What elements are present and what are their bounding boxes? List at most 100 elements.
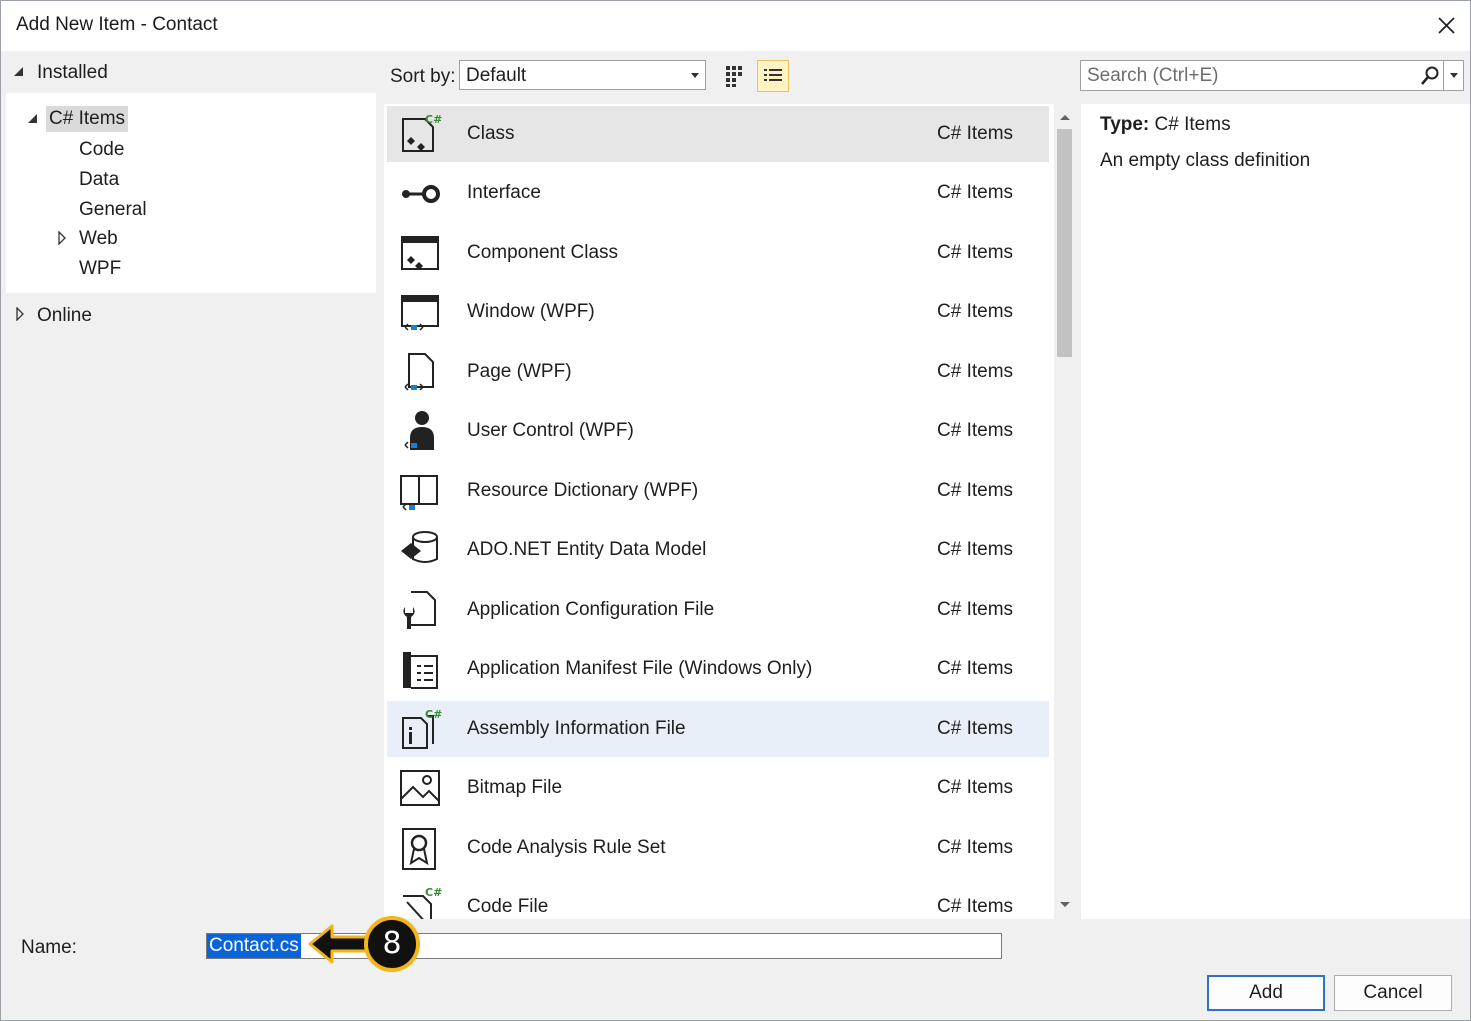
sort-by-value: Default xyxy=(466,65,527,86)
tree-node-general[interactable]: General xyxy=(79,199,147,221)
user-control-icon xyxy=(404,411,434,450)
bitmap-icon xyxy=(400,770,440,806)
tree-node-web[interactable]: Web xyxy=(79,228,118,250)
tree-node-wpf[interactable]: WPF xyxy=(79,258,121,280)
collapse-arrow-icon[interactable] xyxy=(27,113,39,125)
list-item[interactable]: Window (WPF) C# Items xyxy=(387,284,1049,340)
item-category: C# Items xyxy=(937,599,1014,620)
name-input-value[interactable]: Contact.cs xyxy=(207,934,301,958)
grid-view-icon xyxy=(726,66,742,87)
item-name: ADO.NET Entity Data Model xyxy=(467,539,707,560)
tree-node-code[interactable]: Code xyxy=(79,139,124,161)
add-new-item-dialog: Add New Item - Contact Installed C# Item… xyxy=(0,0,1471,1021)
list-item[interactable]: C# Class C# Items xyxy=(387,106,1049,162)
step-number: 8 xyxy=(382,926,402,961)
list-view-button[interactable] xyxy=(757,60,789,92)
search-input[interactable]: Search (Ctrl+E) xyxy=(1080,60,1464,91)
collapse-arrow-icon[interactable] xyxy=(13,66,25,78)
item-category: C# Items xyxy=(937,837,1014,858)
chevron-down-icon xyxy=(1450,73,1458,78)
list-item[interactable]: Code Analysis Rule Set C# Items xyxy=(387,820,1049,876)
cancel-button[interactable]: Cancel xyxy=(1334,975,1452,1011)
page-icon xyxy=(404,353,434,391)
entity-model-icon xyxy=(401,531,438,563)
add-button[interactable]: Add xyxy=(1207,975,1325,1011)
list-item[interactable]: User Control (WPF) C# Items xyxy=(387,403,1049,459)
title-bar: Add New Item - Contact xyxy=(1,1,1470,51)
list-item[interactable]: Application Configuration File C# Items xyxy=(387,582,1049,638)
item-category: C# Items xyxy=(937,361,1014,382)
list-item[interactable]: Resource Dictionary (WPF) C# Items xyxy=(387,463,1049,519)
list-item[interactable]: C# Assembly Information File C# Items xyxy=(387,701,1049,757)
template-list: C# Class C# Items Interface C# Items Com… xyxy=(384,104,1054,919)
item-name: Application Manifest File (Windows Only) xyxy=(467,658,813,679)
list-item[interactable]: Page (WPF) C# Items xyxy=(387,344,1049,400)
svg-text:C#: C# xyxy=(425,113,442,126)
sort-by-label: Sort by: xyxy=(390,66,456,87)
list-item[interactable]: Bitmap File C# Items xyxy=(387,760,1049,816)
tree-node-installed[interactable]: Installed xyxy=(37,62,108,84)
svg-text:C#: C# xyxy=(425,708,442,721)
rule-set-icon xyxy=(402,828,436,870)
item-name: Resource Dictionary (WPF) xyxy=(467,480,699,501)
tree-node-online[interactable]: Online xyxy=(37,305,92,327)
sort-by-dropdown[interactable]: Default xyxy=(459,60,706,90)
item-name: Application Configuration File xyxy=(467,599,715,620)
item-name: Page (WPF) xyxy=(467,361,572,382)
tree-node-data[interactable]: Data xyxy=(79,169,119,191)
assembly-info-icon: C# xyxy=(402,708,442,749)
item-category: C# Items xyxy=(937,777,1014,798)
item-category: C# Items xyxy=(937,242,1014,263)
step-callout: 8 xyxy=(306,913,426,975)
item-category: C# Items xyxy=(937,301,1014,322)
list-item[interactable]: C# Code File C# Items xyxy=(387,879,1049,919)
close-button[interactable] xyxy=(1427,7,1465,45)
item-category: C# Items xyxy=(937,539,1014,560)
list-view-icon xyxy=(764,69,782,81)
search-icon[interactable] xyxy=(1419,65,1441,87)
config-file-icon xyxy=(403,591,436,629)
expand-arrow-icon[interactable] xyxy=(15,307,25,321)
window-icon xyxy=(401,295,439,331)
search-placeholder: Search (Ctrl+E) xyxy=(1087,65,1219,86)
window-title: Add New Item - Contact xyxy=(16,14,218,35)
class-icon: C# xyxy=(402,113,442,152)
item-type-label: Type: xyxy=(1100,114,1150,135)
scroll-up-icon[interactable] xyxy=(1059,113,1071,121)
item-category: C# Items xyxy=(937,182,1014,203)
medium-icons-view-button[interactable] xyxy=(721,60,753,92)
item-category: C# Items xyxy=(937,480,1014,501)
expand-arrow-icon[interactable] xyxy=(57,231,67,245)
list-item[interactable]: ADO.NET Entity Data Model C# Items xyxy=(387,522,1049,578)
item-type-line: Type: C# Items xyxy=(1100,114,1231,136)
details-panel xyxy=(1081,104,1470,919)
item-category: C# Items xyxy=(937,420,1014,441)
item-name: Component Class xyxy=(467,242,619,263)
search-options-button[interactable] xyxy=(1443,61,1464,90)
item-name: Interface xyxy=(467,182,541,203)
interface-icon xyxy=(402,185,440,203)
scrollbar-thumb[interactable] xyxy=(1057,129,1072,357)
name-label: Name: xyxy=(21,937,77,958)
item-description: An empty class definition xyxy=(1100,150,1311,171)
item-category: C# Items xyxy=(937,658,1014,679)
item-name: Window (WPF) xyxy=(467,301,595,322)
item-name: User Control (WPF) xyxy=(467,420,634,441)
tree-node-csharp-items[interactable]: C# Items xyxy=(46,106,129,132)
item-name: Bitmap File xyxy=(467,777,563,798)
list-item[interactable]: Application Manifest File (Windows Only)… xyxy=(387,641,1049,697)
manifest-file-icon xyxy=(403,652,438,689)
item-name: Assembly Information File xyxy=(467,718,686,739)
chevron-down-icon xyxy=(691,73,699,78)
list-item[interactable]: Interface C# Items xyxy=(387,165,1049,221)
item-name: Class xyxy=(467,123,515,144)
svg-text:C#: C# xyxy=(425,886,442,899)
item-name: Code File xyxy=(467,896,549,917)
close-icon xyxy=(1438,17,1455,34)
resource-dictionary-icon xyxy=(400,475,438,511)
list-item[interactable]: Component Class C# Items xyxy=(387,225,1049,281)
item-name: Code Analysis Rule Set xyxy=(467,837,666,858)
component-class-icon xyxy=(401,236,439,270)
scroll-down-icon[interactable] xyxy=(1059,901,1071,909)
item-category: C# Items xyxy=(937,896,1014,917)
